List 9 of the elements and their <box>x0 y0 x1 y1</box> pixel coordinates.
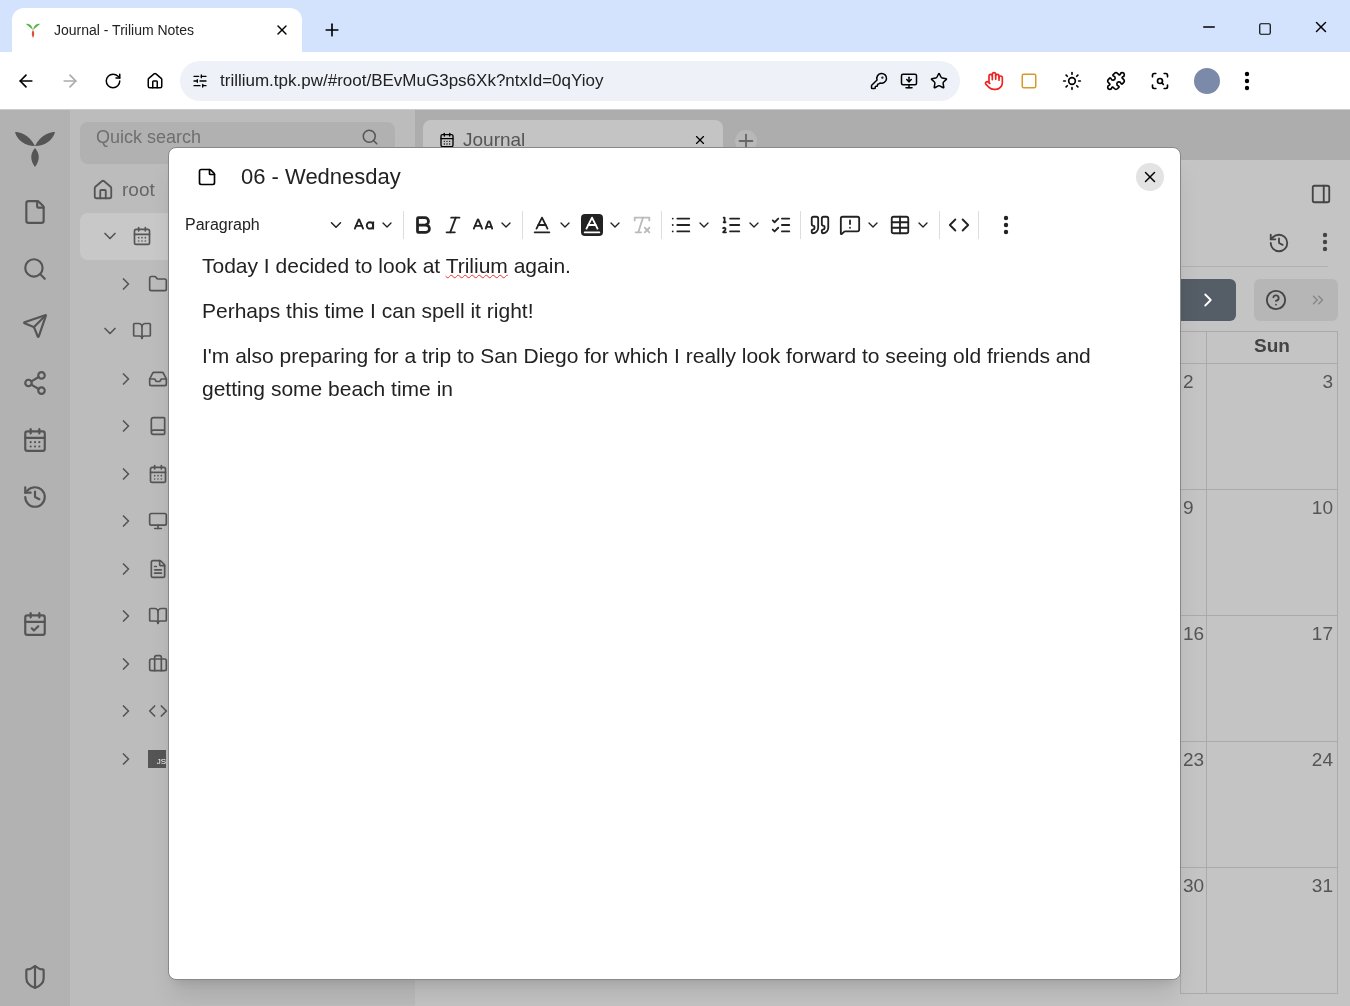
paragraph: Perhaps this time I can spell it right! <box>202 298 535 324</box>
weekday-header: Sun <box>1207 332 1338 364</box>
dialog-title: 06 - Wednesday <box>241 163 402 191</box>
url-text: trillium.tpk.pw/#root/BEvMuG3ps6Xk?ntxId=0qYioy <box>220 69 605 92</box>
paragraph: Today I decided to look at Trilium again. <box>202 253 572 279</box>
tab-title: Journal - Trilium Notes <box>54 20 196 40</box>
paragraph: I'm also preparing for a trip to San Diego for which I really look forward to seeing old friends and getting some beach time in <box>202 343 1092 402</box>
tab-label: Journal <box>463 127 527 152</box>
js-file-icon: JS <box>148 749 166 768</box>
